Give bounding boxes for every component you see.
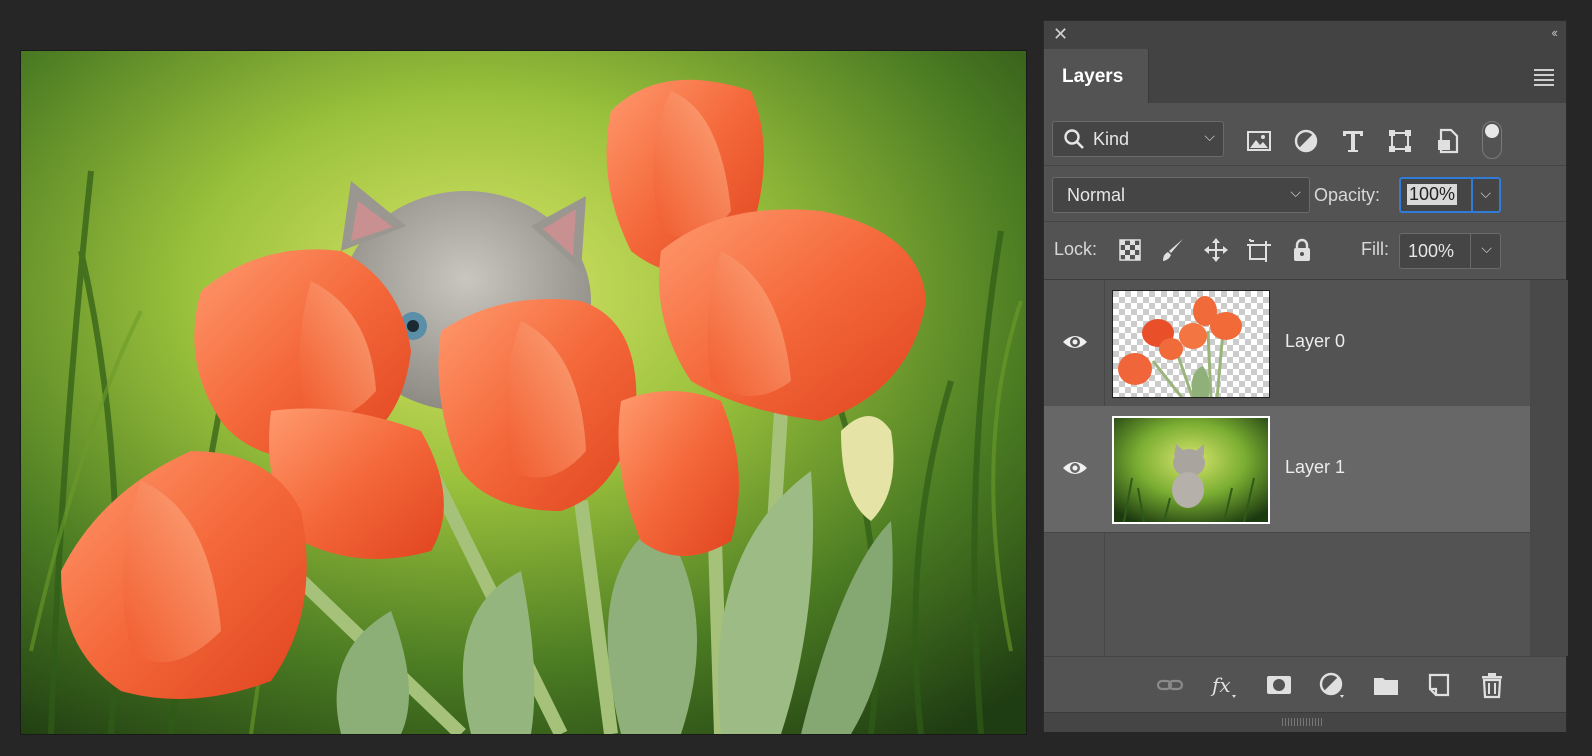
chevron-down-icon: ⌵ (1290, 184, 1301, 200)
filter-row: Kind ⌵ (1044, 103, 1566, 166)
chevron-down-icon[interactable]: ⌵ (1480, 185, 1491, 202)
search-icon (1064, 129, 1084, 149)
blend-mode-value: Normal (1067, 185, 1126, 205)
layer-thumbnail[interactable] (1112, 416, 1270, 524)
svg-text:fx: fx (1210, 673, 1231, 697)
panel-header: ✕ ‹‹ (1044, 21, 1566, 50)
layer-row-layer-0[interactable]: Layer 0 (1044, 280, 1530, 407)
new-layer-icon[interactable] (1425, 671, 1453, 699)
blend-opacity-row: Normal ⌵ Opacity: 100% ⌵ (1044, 165, 1566, 222)
chevron-down-icon[interactable]: ⌵ (1481, 240, 1492, 257)
filter-kind-dropdown[interactable]: Kind ⌵ (1052, 121, 1224, 157)
panel-tab-bar: Layers (1044, 49, 1566, 103)
canvas-image (21, 51, 1026, 734)
layers-panel: ✕ ‹‹ Layers Kind ⌵ Normal ⌵ Opacity: 100… (1043, 20, 1568, 732)
layer-name[interactable]: Layer 0 (1285, 331, 1345, 352)
lock-artboard-icon[interactable] (1245, 236, 1273, 264)
tab-layers[interactable]: Layers (1044, 49, 1149, 103)
new-adjustment-icon[interactable] (1318, 671, 1346, 699)
adjustment-filter-icon[interactable] (1292, 127, 1320, 155)
filter-toggle-switch[interactable] (1482, 121, 1502, 159)
fill-value: 100% (1408, 241, 1455, 261)
panel-resize-handle[interactable] (1044, 712, 1566, 732)
document-canvas[interactable] (20, 50, 1027, 735)
close-icon[interactable]: ✕ (1053, 25, 1068, 43)
lock-label: Lock: (1054, 239, 1098, 259)
add-mask-icon[interactable] (1265, 671, 1293, 699)
chevron-down-icon: ⌵ (1204, 128, 1215, 144)
lock-paint-icon[interactable] (1159, 236, 1187, 264)
new-group-icon[interactable] (1372, 671, 1400, 699)
lock-position-icon[interactable] (1202, 236, 1230, 264)
eye-icon[interactable] (1061, 332, 1089, 352)
blend-mode-dropdown[interactable]: Normal ⌵ (1052, 177, 1310, 213)
layer-list-scrollbar[interactable] (1530, 280, 1568, 656)
opacity-input[interactable]: 100% ⌵ (1399, 177, 1501, 213)
smart-object-filter-icon[interactable] (1434, 127, 1462, 155)
panel-menu-icon[interactable] (1534, 69, 1554, 89)
type-filter-icon[interactable] (1339, 127, 1367, 155)
lock-transparency-icon[interactable] (1116, 236, 1144, 264)
fill-label: Fill: (1361, 239, 1389, 259)
layer-thumbnail[interactable] (1112, 290, 1270, 398)
fx-icon[interactable]: fx (1210, 671, 1238, 699)
opacity-label: Opacity: (1314, 185, 1381, 205)
eye-icon[interactable] (1061, 458, 1089, 478)
lock-fill-row: Lock: Fill: 100% ⌵ (1044, 221, 1566, 280)
collapse-panel-icon[interactable]: ‹‹ (1551, 25, 1558, 40)
layer-list: Layer 0 Layer 1 (1044, 280, 1568, 656)
panel-footer: fx (1044, 656, 1566, 713)
delete-layer-icon[interactable] (1478, 671, 1506, 699)
lock-all-icon[interactable] (1288, 236, 1316, 264)
pixel-filter-icon[interactable] (1245, 127, 1273, 155)
layer-row-layer-1[interactable]: Layer 1 (1044, 406, 1530, 533)
filter-kind-label: Kind (1093, 129, 1130, 149)
tab-layers-label: Layers (1062, 66, 1124, 87)
link-layers-icon[interactable] (1156, 671, 1184, 699)
opacity-value: 100% (1407, 184, 1458, 205)
shape-filter-icon[interactable] (1386, 127, 1414, 155)
layer-name[interactable]: Layer 1 (1285, 457, 1345, 478)
fill-input[interactable]: 100% ⌵ (1399, 233, 1501, 269)
